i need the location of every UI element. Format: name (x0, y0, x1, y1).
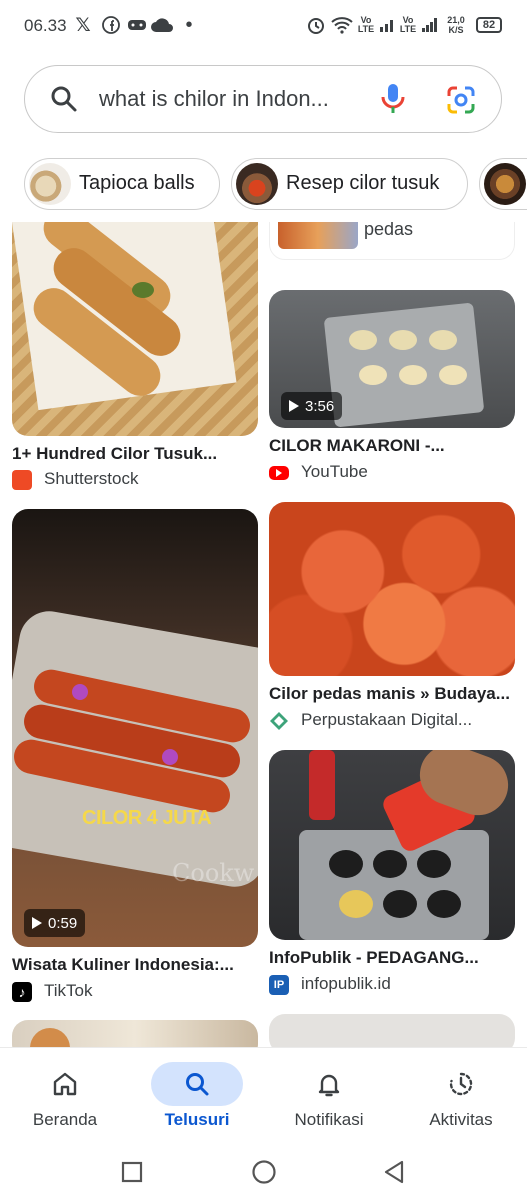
result-title[interactable]: Cilor pedas manis » Budaya... (269, 684, 510, 704)
nav-aktivitas[interactable]: Aktivitas (396, 1048, 526, 1143)
bottom-navigation: Beranda Telusuri Notifikasi Aktivitas (0, 1047, 527, 1143)
volte-indicator-2: Vo LTE (399, 14, 417, 36)
video-duration: 3:56 (305, 397, 335, 415)
shutterstock-icon (12, 470, 32, 490)
nav-label: Beranda (32, 1110, 98, 1129)
activity-icon[interactable] (415, 1062, 507, 1106)
search-icon[interactable] (151, 1062, 243, 1106)
signal-icon-1 (378, 14, 396, 36)
nav-notifikasi[interactable]: Notifikasi (264, 1048, 394, 1143)
search-query[interactable]: what is chilor in Indon... (99, 86, 329, 112)
partial-title: pedas (364, 222, 414, 239)
cloud-icon (150, 14, 174, 36)
video-watermark: Cookw (172, 859, 255, 887)
dot-icon: • (185, 13, 193, 36)
status-bar: 06.33 𝕏 • Vo LTE Vo LTE 21,0 K/S 82 (0, 0, 527, 52)
result-image[interactable]: CILOR 4 JUTA Cookw 0:59 (12, 509, 258, 947)
google-lens-icon[interactable] (445, 84, 477, 121)
result-card[interactable]: 1+ Hundred Cilor Tusuk... Shutterstock (12, 222, 258, 492)
search-icon[interactable] (49, 84, 79, 119)
result-card[interactable]: pedas (269, 222, 515, 260)
result-image[interactable]: 3:56 (269, 290, 515, 428)
infopublik-icon: IP (269, 975, 289, 995)
chip-thumbnail (236, 163, 278, 205)
perpustakaan-digital-icon (269, 711, 289, 731)
chip-tapioca-balls[interactable]: Tapioca balls (24, 158, 220, 210)
play-icon (32, 917, 42, 929)
result-image[interactable]: pedas (269, 222, 515, 260)
video-overlay-text: CILOR 4 JUTA (82, 807, 212, 829)
result-card[interactable] (269, 1014, 515, 1047)
chip-label: Tapioca balls (79, 172, 195, 194)
home-button[interactable] (244, 1152, 284, 1192)
result-image[interactable] (269, 1014, 515, 1047)
chip-more[interactable] (479, 158, 527, 210)
result-card[interactable]: Cilor pedas manis » Budaya... Perpustaka… (269, 502, 515, 738)
wifi-icon (330, 14, 354, 36)
result-image[interactable] (12, 222, 258, 436)
image-results: 1+ Hundred Cilor Tusuk... Shutterstock C… (0, 222, 527, 1047)
recents-button[interactable] (112, 1152, 152, 1192)
source-name: Shutterstock (44, 469, 139, 488)
back-button[interactable] (374, 1152, 414, 1192)
result-card[interactable] (12, 1020, 258, 1047)
lte-text-1: LTE (357, 24, 375, 34)
battery-level: 82 (476, 17, 502, 33)
facebook-icon (100, 14, 122, 36)
source-name: Perpustakaan Digital... (301, 710, 473, 729)
microphone-icon[interactable] (379, 82, 407, 121)
related-chips: Tapioca balls Resep cilor tusuk (0, 150, 527, 222)
signal-icon-2 (420, 14, 440, 36)
chip-label: Resep cilor tusuk (286, 172, 440, 194)
result-card[interactable]: InfoPublik - PEDAGANG... IP infopublik.i… (269, 750, 515, 1000)
chip-thumbnail (29, 163, 71, 205)
result-card[interactable]: CILOR 4 JUTA Cookw 0:59 Wisata Kuliner I… (12, 509, 258, 1021)
nav-label: Notifikasi (294, 1110, 364, 1129)
source-name: YouTube (301, 462, 368, 481)
youtube-icon (269, 466, 289, 480)
nav-telusuri[interactable]: Telusuri (132, 1048, 262, 1143)
nav-label: Telusuri (164, 1110, 230, 1129)
alarm-icon (305, 14, 327, 36)
lte-text-2: LTE (399, 24, 417, 34)
x-app-icon: 𝕏 (75, 14, 91, 36)
search-bar[interactable]: what is chilor in Indon... (24, 65, 502, 133)
play-icon (289, 400, 299, 412)
home-icon[interactable] (19, 1062, 111, 1106)
gamepad-icon (126, 14, 148, 36)
speed-value: 21,0 (447, 15, 465, 25)
result-image[interactable] (12, 1020, 258, 1047)
system-navigation (0, 1142, 527, 1200)
video-duration: 0:59 (48, 914, 78, 932)
result-title[interactable]: Wisata Kuliner Indonesia:... (12, 955, 234, 975)
network-speed: 21,0 K/S (442, 14, 470, 36)
bell-icon[interactable] (283, 1062, 375, 1106)
result-image[interactable] (269, 502, 515, 676)
result-card[interactable]: 3:56 CILOR MAKARONI -... YouTube (269, 290, 515, 490)
chip-resep-cilor-tusuk[interactable]: Resep cilor tusuk (231, 158, 468, 210)
source-name: infopublik.id (301, 974, 391, 993)
nav-beranda[interactable]: Beranda (0, 1048, 130, 1143)
result-title[interactable]: 1+ Hundred Cilor Tusuk... (12, 444, 217, 464)
result-title[interactable]: InfoPublik - PEDAGANG... (269, 948, 479, 968)
volte-indicator-1: Vo LTE (357, 14, 375, 36)
status-time: 06.33 (24, 16, 67, 35)
tiktok-icon: ♪ (12, 982, 32, 1002)
result-image[interactable] (269, 750, 515, 940)
chip-thumbnail (484, 163, 526, 205)
source-name: TikTok (44, 981, 93, 1000)
nav-label: Aktivitas (429, 1110, 493, 1129)
result-title[interactable]: CILOR MAKARONI -... (269, 436, 445, 456)
battery-icon: 82 (474, 14, 504, 36)
video-duration-badge: 0:59 (24, 909, 86, 937)
video-duration-badge: 3:56 (281, 392, 343, 420)
speed-unit: K/S (448, 25, 464, 35)
